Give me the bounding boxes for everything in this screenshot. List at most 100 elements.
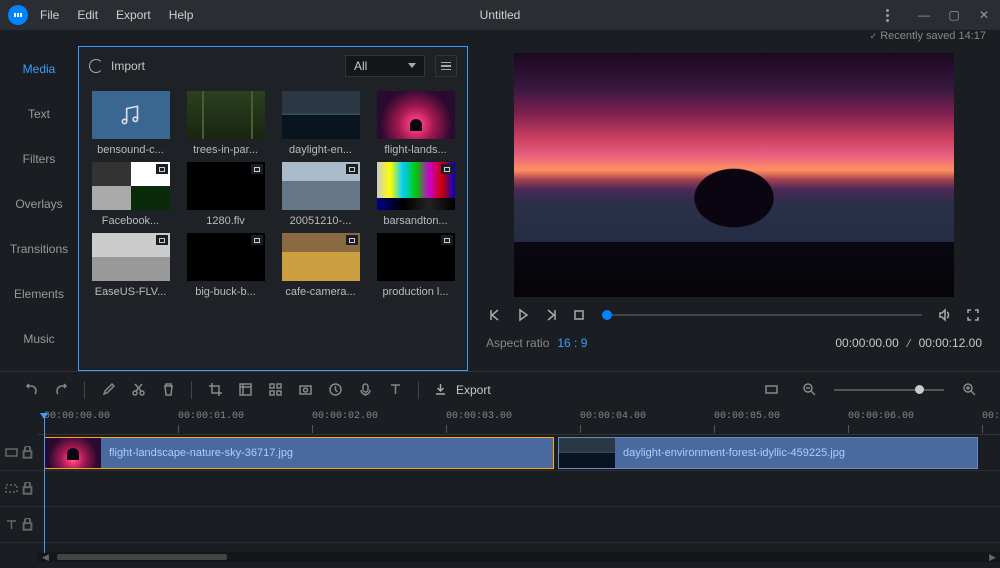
media-item[interactable] — [282, 233, 360, 281]
document-title: Untitled — [480, 8, 521, 22]
tab-media[interactable]: Media — [0, 46, 78, 91]
media-item[interactable] — [187, 162, 265, 210]
media-item[interactable] — [92, 162, 170, 210]
aspect-ratio-value[interactable]: 16 : 9 — [557, 336, 587, 350]
speed-button[interactable] — [322, 377, 348, 403]
edit-button[interactable] — [95, 377, 121, 403]
tab-music[interactable]: Music — [0, 316, 78, 361]
timeline: 00:00:00.00 00:00:01.00 00:00:02.00 00:0… — [0, 407, 1000, 562]
cut-button[interactable] — [125, 377, 151, 403]
video-badge-icon — [156, 235, 168, 245]
close-button[interactable]: ✕ — [976, 8, 992, 22]
media-item[interactable] — [282, 91, 360, 139]
text-tool-button[interactable] — [382, 377, 408, 403]
text-track-header[interactable] — [0, 507, 38, 543]
play-button[interactable] — [510, 303, 536, 327]
timeline-ruler[interactable]: 00:00:00.00 00:00:01.00 00:00:02.00 00:0… — [38, 407, 1000, 435]
prev-frame-button[interactable] — [482, 303, 508, 327]
overlay-track-header[interactable] — [0, 471, 38, 507]
tab-text[interactable]: Text — [0, 91, 78, 136]
fullscreen-button[interactable] — [960, 303, 986, 327]
clip-label: daylight-environment-forest-idyllic-4592… — [623, 447, 845, 459]
ruler-mark: 00:00:02.00 — [312, 411, 378, 422]
media-label: bensound-c... — [97, 144, 164, 156]
media-item[interactable] — [377, 91, 455, 139]
crop-button[interactable] — [202, 377, 228, 403]
media-item[interactable] — [92, 91, 170, 139]
media-label: production l... — [382, 286, 448, 298]
media-label: trees-in-par... — [193, 144, 258, 156]
maximize-button[interactable]: ▢ — [946, 8, 962, 22]
scrollbar-thumb[interactable] — [57, 554, 227, 560]
menu-export[interactable]: Export — [116, 8, 151, 22]
media-item[interactable] — [187, 91, 265, 139]
playback-controls — [482, 300, 986, 330]
app-logo — [8, 5, 28, 25]
playhead[interactable] — [44, 413, 45, 553]
video-track-header[interactable] — [0, 435, 38, 471]
tab-filters[interactable]: Filters — [0, 136, 78, 181]
import-button[interactable]: Import — [89, 59, 145, 73]
clip-label: flight-landscape-nature-sky-36717.jpg — [109, 447, 293, 459]
menu-file[interactable]: File — [40, 8, 59, 22]
undo-button[interactable] — [18, 377, 44, 403]
zoom-out-button[interactable] — [796, 377, 822, 403]
playback-slider[interactable] — [602, 314, 922, 316]
media-item[interactable] — [377, 233, 455, 281]
timeline-scrollbar[interactable]: ◀ ▶ — [38, 552, 1000, 562]
ruler-mark: 00:00:01.00 — [178, 411, 244, 422]
timeline-clip[interactable]: flight-landscape-nature-sky-36717.jpg — [44, 437, 554, 469]
mosaic-button[interactable] — [232, 377, 258, 403]
zoom-fit-button[interactable] — [758, 377, 784, 403]
volume-button[interactable] — [932, 303, 958, 327]
sidebar-tabs: Media Text Filters Overlays Transitions … — [0, 46, 78, 371]
tab-transitions[interactable]: Transitions — [0, 226, 78, 271]
voiceover-button[interactable] — [352, 377, 378, 403]
track-lanes: flight-landscape-nature-sky-36717.jpg da… — [38, 435, 1000, 552]
ruler-mark: 00:00:04.00 — [580, 411, 646, 422]
export-button[interactable]: Export — [433, 382, 491, 397]
text-track[interactable] — [38, 507, 1000, 543]
scroll-right-icon[interactable]: ▶ — [985, 552, 1000, 563]
tab-elements[interactable]: Elements — [0, 271, 78, 316]
zoom-in-button[interactable] — [956, 377, 982, 403]
redo-button[interactable] — [48, 377, 74, 403]
video-badge-icon — [156, 164, 168, 174]
menu-edit[interactable]: Edit — [77, 8, 98, 22]
zoom-slider[interactable] — [834, 389, 944, 391]
preview-canvas[interactable] — [482, 50, 986, 300]
ruler-mark: 00:00:00.00 — [44, 411, 110, 422]
video-track[interactable]: flight-landscape-nature-sky-36717.jpg da… — [38, 435, 1000, 471]
media-label: big-buck-b... — [195, 286, 256, 298]
media-item[interactable] — [187, 233, 265, 281]
media-filter-select[interactable]: All — [345, 55, 425, 77]
tab-overlays[interactable]: Overlays — [0, 181, 78, 226]
minimize-button[interactable]: — — [916, 8, 932, 22]
media-label: 1280.flv — [206, 215, 245, 227]
next-frame-button[interactable] — [538, 303, 564, 327]
video-badge-icon — [441, 164, 453, 174]
stop-button[interactable] — [566, 303, 592, 327]
more-icon[interactable] — [886, 9, 902, 22]
export-label: Export — [456, 383, 491, 397]
video-badge-icon — [251, 164, 263, 174]
grid-button[interactable] — [262, 377, 288, 403]
media-label: cafe-camera... — [285, 286, 355, 298]
menu-help[interactable]: Help — [169, 8, 194, 22]
media-item[interactable] — [282, 162, 360, 210]
overlay-track[interactable] — [38, 471, 1000, 507]
media-label: barsandton... — [383, 215, 447, 227]
track-headers — [0, 435, 38, 552]
scroll-left-icon[interactable]: ◀ — [38, 552, 53, 563]
list-view-button[interactable] — [435, 55, 457, 77]
media-label: Facebook... — [102, 215, 159, 227]
video-badge-icon — [346, 164, 358, 174]
timeline-clip[interactable]: daylight-environment-forest-idyllic-4592… — [558, 437, 978, 469]
delete-button[interactable] — [155, 377, 181, 403]
media-item[interactable] — [92, 233, 170, 281]
snapshot-button[interactable] — [292, 377, 318, 403]
chevron-down-icon — [408, 63, 416, 72]
ruler-mark: 00:00:05.00 — [714, 411, 780, 422]
media-item[interactable] — [377, 162, 455, 210]
refresh-icon — [89, 59, 103, 73]
